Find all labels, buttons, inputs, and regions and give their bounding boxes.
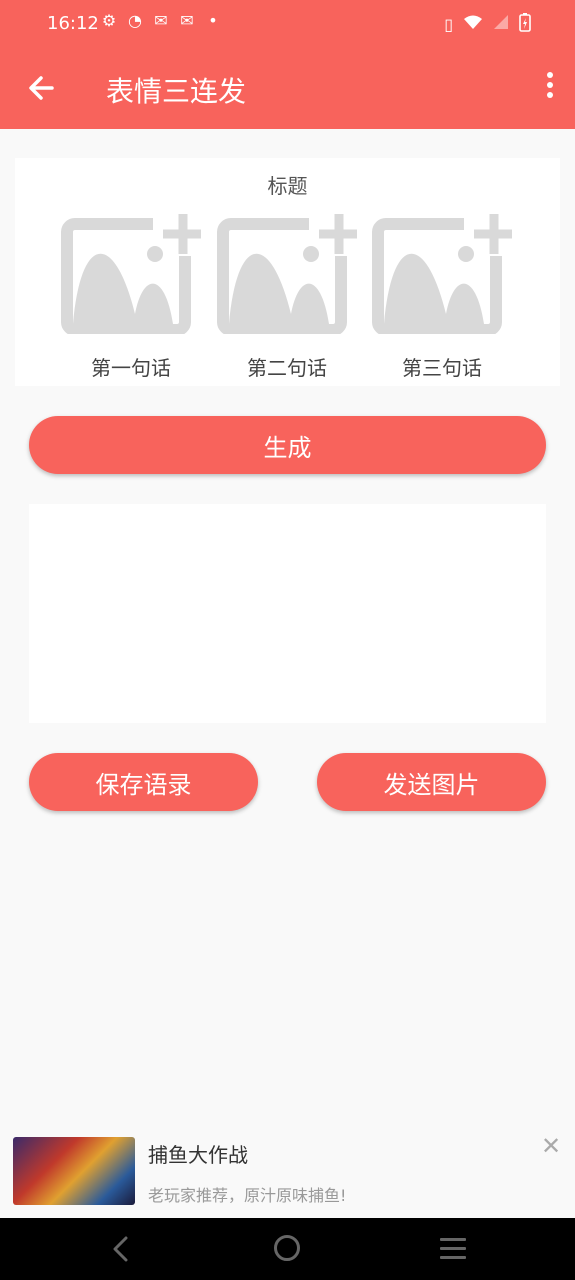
dot-icon: • <box>208 11 218 30</box>
image-slot-3[interactable]: 第三句话 <box>372 212 512 387</box>
image-slot-1[interactable]: 第一句话 <box>61 212 201 387</box>
nav-recents-icon[interactable] <box>440 1238 466 1260</box>
status-left-icons: ⚙ ◔ ✉ ✉ • <box>100 12 222 30</box>
generate-button[interactable]: 生成 <box>29 416 546 474</box>
app-bar: 16:12 ⚙ ◔ ✉ ✉ • ▯ 表情三连发 <box>0 0 575 129</box>
ad-title[interactable]: 捕鱼大作战 <box>148 1139 248 1168</box>
back-button[interactable] <box>24 68 60 108</box>
wifi-icon <box>463 14 483 35</box>
send-image-button[interactable]: 发送图片 <box>317 753 546 811</box>
add-image-icon <box>217 214 357 334</box>
image-slot-2[interactable]: 第二句话 <box>217 212 357 387</box>
arrow-left-icon <box>29 76 54 100</box>
ad-banner[interactable]: 捕鱼大作战 老玩家推荐，原汁原味捕鱼! ✕ <box>0 1122 575 1218</box>
nav-back-icon[interactable] <box>106 1234 136 1264</box>
status-time: 16:12 <box>47 13 99 34</box>
input-card: 标题 第一句话 第二句话 第三句话 <box>15 158 560 386</box>
gear-icon: ⚙ <box>101 11 117 30</box>
card-title: 标题 <box>267 174 308 198</box>
slot-label: 第一句话 <box>91 356 171 380</box>
toolbar: 表情三连发 <box>0 48 575 129</box>
system-nav-bar <box>0 1218 575 1280</box>
status-right-icons: ▯ <box>444 12 531 37</box>
save-quotes-button[interactable]: 保存语录 <box>29 753 258 811</box>
vibrate-icon: ▯ <box>444 14 453 34</box>
mail-icon: ✉ <box>154 11 168 30</box>
page-title: 表情三连发 <box>106 75 247 108</box>
result-preview <box>29 504 546 723</box>
ad-description[interactable]: 老玩家推荐，原汁原味捕鱼! <box>148 1182 346 1206</box>
slot-label: 第三句话 <box>402 356 482 380</box>
add-image-icon <box>372 214 512 334</box>
status-bar: 16:12 ⚙ ◔ ✉ ✉ • ▯ <box>0 0 575 48</box>
nav-home-icon[interactable] <box>274 1235 300 1261</box>
more-vert-icon <box>547 72 553 78</box>
slot-label: 第二句话 <box>247 356 327 380</box>
battery-charging-icon <box>519 12 531 37</box>
mail-icon: ✉ <box>180 11 194 30</box>
more-options-button[interactable] <box>545 72 555 106</box>
ad-thumbnail[interactable] <box>13 1137 135 1205</box>
close-icon[interactable]: ✕ <box>539 1134 563 1158</box>
signal-icon <box>493 14 509 35</box>
add-image-icon <box>61 214 201 334</box>
speedometer-icon: ◔ <box>128 11 142 30</box>
